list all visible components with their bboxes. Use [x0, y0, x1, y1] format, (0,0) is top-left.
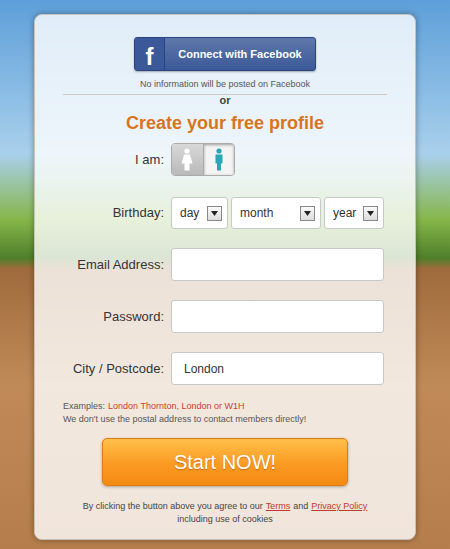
dropdown-arrow-icon: [211, 211, 218, 216]
signup-card: fConnect with Facebook No information wil…: [34, 14, 416, 540]
gender-row: I am:: [35, 143, 415, 176]
dropdown-arrow-icon: [304, 211, 311, 216]
submit-row: Start NOW!: [35, 438, 415, 486]
gender-toggle: [171, 143, 235, 176]
dropdown-arrow: [300, 206, 315, 221]
birthday-select-label: year: [333, 204, 356, 222]
male-person-icon: [212, 148, 226, 171]
birthday-select[interactable]: day: [171, 197, 228, 229]
gender-row-label: I am:: [35, 150, 164, 170]
gender-option[interactable]: [204, 144, 235, 175]
birthday-row-label: Birthday:: [35, 203, 164, 223]
dropdown-arrow: [207, 206, 222, 221]
birthday-select-label: day: [180, 204, 199, 222]
gender-option[interactable]: [172, 144, 204, 175]
heading: Create your free profile: [35, 111, 415, 135]
legal-after: including use of cookies: [55, 513, 395, 526]
field-input[interactable]: [171, 352, 384, 385]
facebook-button[interactable]: fConnect with Facebook: [134, 37, 316, 71]
field-input[interactable]: [171, 300, 384, 333]
facebook-label: Connect with Facebook: [165, 38, 315, 70]
terms-link[interactable]: Terms: [266, 501, 291, 511]
dropdown-arrow: [363, 206, 378, 221]
field-row-label: Password:: [35, 307, 164, 327]
hint-examples: Examples:London Thornton, London or W1H: [63, 400, 405, 413]
facebook-icon: f: [135, 38, 165, 70]
field-row-label: Email Address:: [35, 255, 164, 275]
hint-examples-text: London Thornton, London or W1H: [108, 401, 244, 411]
birthday-select-label: month: [240, 204, 273, 222]
birthday-row: Birthday: day month year: [35, 197, 415, 229]
field-row-control: [171, 352, 384, 385]
dropdown-arrow-icon: [367, 211, 374, 216]
legal-middle: and: [293, 501, 308, 511]
birthday-row-control: day month year: [171, 197, 384, 229]
start-button[interactable]: Start NOW!: [102, 438, 348, 486]
field-row: City / Postcode:: [35, 352, 415, 385]
facebook-note: No information will be posted on Faceboo…: [35, 77, 415, 91]
field-input[interactable]: [171, 248, 384, 281]
legal-text: By clicking the button above you agree t…: [35, 500, 415, 526]
birthday-select[interactable]: month: [231, 197, 321, 229]
divider-text: or: [35, 95, 415, 106]
city-hint: Examples:London Thornton, London or W1HW…: [35, 400, 415, 426]
start-button-label: Start NOW!: [174, 447, 276, 477]
female-person-icon: [180, 148, 194, 171]
gender-row-control: [171, 143, 384, 176]
facebook-row: fConnect with Facebook: [35, 37, 415, 71]
birthday-select[interactable]: year: [324, 197, 384, 229]
field-row: Email Address:: [35, 248, 415, 281]
field-row: Password:: [35, 300, 415, 333]
hint-prefix: Examples:: [63, 401, 105, 411]
field-row-label: City / Postcode:: [35, 359, 164, 379]
legal-before: By clicking the button above you agree t…: [83, 501, 263, 511]
field-row-control: [171, 248, 384, 281]
hint-note: We don't use the postal address to conta…: [63, 413, 405, 426]
privacy-link[interactable]: Privacy Policy: [311, 501, 367, 511]
field-row-control: [171, 300, 384, 333]
